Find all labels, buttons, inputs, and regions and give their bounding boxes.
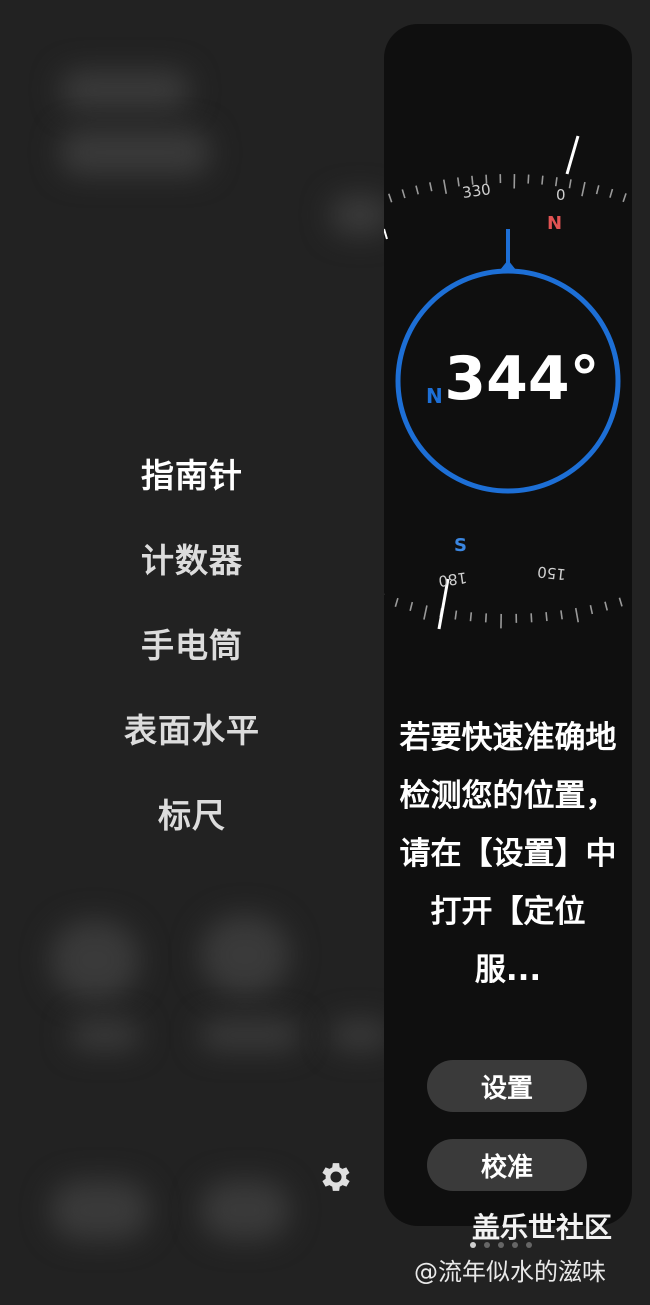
blurred-widget — [60, 70, 190, 110]
dial-tick — [560, 610, 563, 620]
blurred-app-label — [70, 1020, 140, 1050]
menu-item-flashlight[interactable]: 手电筒 — [0, 600, 384, 685]
dial-tick — [456, 177, 460, 187]
dial-tick — [618, 597, 623, 607]
major-tick-0 — [565, 135, 580, 175]
tick-label-0: 0 — [556, 186, 566, 204]
blurred-app-label — [200, 1020, 300, 1050]
tick-label-330: 330 — [461, 180, 492, 202]
watermark-site: 盖乐世社区 — [472, 1211, 613, 1244]
blurred-app-icon — [50, 1180, 150, 1240]
dial-tick — [469, 612, 473, 622]
dial-tick — [415, 185, 419, 195]
compass-panel: 330 0 N S 180 150 N 344° 若要快速准确地检测您的位置，请… — [384, 24, 632, 1226]
dial-tick — [394, 597, 399, 607]
dial-tick — [595, 185, 600, 195]
dial-tick — [401, 189, 406, 199]
dial-tick — [554, 177, 558, 187]
edge-tick — [384, 228, 388, 240]
dial-tick — [574, 607, 580, 623]
dial-tick — [622, 193, 627, 203]
menu-item-compass[interactable]: 指南针 — [0, 430, 384, 515]
dial-tick — [527, 174, 530, 184]
dial-tick — [545, 612, 548, 622]
dial-tick — [454, 610, 458, 620]
dial-tick — [409, 601, 414, 612]
compass-dial-bottom-ticks — [384, 593, 623, 629]
blurred-app-icon — [200, 1180, 290, 1240]
dial-tick — [484, 613, 488, 623]
dial-tick — [530, 613, 533, 623]
dial-tick — [568, 179, 572, 189]
dial-tick — [388, 193, 393, 203]
menu-item-ruler[interactable]: 标尺 — [0, 770, 384, 855]
blurred-app-icon — [50, 920, 140, 1000]
location-services-message: 若要快速准确地检测您的位置，请在【设置】中打开【定位服... — [399, 720, 617, 988]
dial-tick — [581, 181, 586, 197]
blurred-app-icon — [200, 915, 290, 995]
gear-icon[interactable] — [317, 1158, 355, 1196]
settings-button[interactable]: 设置 — [427, 1060, 587, 1112]
tools-menu: 指南针 计数器 手电筒 表面水平 标尺 — [0, 430, 384, 855]
blurred-widget — [330, 195, 390, 235]
calibrate-button[interactable]: 校准 — [427, 1139, 587, 1191]
blurred-widget — [60, 130, 210, 175]
dial-tick — [429, 182, 433, 192]
menu-item-counter[interactable]: 计数器 — [0, 515, 384, 600]
heading-degrees: 344° — [444, 344, 600, 414]
dial-tick — [609, 188, 614, 198]
dial-tick — [589, 605, 594, 615]
tick-label-150: 150 — [536, 563, 566, 584]
south-marker: S — [454, 535, 467, 556]
dial-tick — [604, 601, 609, 611]
north-marker: N — [547, 213, 562, 234]
dial-tick — [423, 605, 428, 620]
blurred-app-label — [330, 1020, 390, 1050]
dial-tick — [442, 179, 448, 194]
dial-tick — [541, 175, 544, 185]
watermark-author: @流年似水的滋味 — [414, 1258, 606, 1286]
menu-item-surface-level[interactable]: 表面水平 — [0, 685, 384, 770]
tick-label-180: 180 — [437, 568, 468, 590]
